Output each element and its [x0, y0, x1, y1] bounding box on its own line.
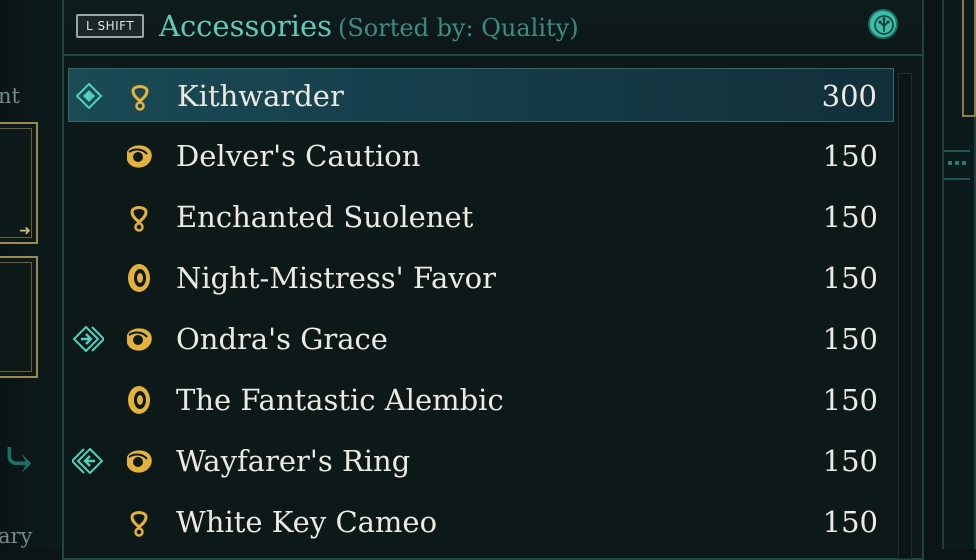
sort-label[interactable]: (Sorted by: Quality)	[338, 14, 579, 42]
list-item[interactable]: White Key Cameo 150	[68, 495, 894, 549]
item-name: The Fantastic Alembic	[176, 383, 504, 417]
ring-icon	[127, 450, 152, 473]
amulet-icon	[130, 511, 148, 537]
amulet-icon	[130, 206, 148, 232]
equipment-slot-1[interactable]: ➜	[0, 122, 38, 244]
list-item[interactable]: Night-Mistress' Favor 150	[68, 251, 894, 305]
list-scrollbar[interactable]	[898, 73, 912, 559]
equipped-diamond-icon	[75, 82, 103, 110]
item-value: 150	[822, 505, 878, 539]
category-name: Accessories	[159, 9, 332, 43]
right-gold-frame	[962, 0, 976, 117]
item-name: White Key Cameo	[176, 505, 438, 539]
right-decoration	[944, 150, 970, 180]
ring-icon	[127, 328, 152, 351]
list-item[interactable]: The Fantastic Alembic 150	[68, 373, 894, 427]
swoosh-icon: ⤷	[0, 433, 39, 487]
equipment-slot-2[interactable]	[0, 256, 38, 378]
right-side-panel	[926, 0, 976, 549]
category-title: Accessories (Sorted by: Quality)	[159, 4, 579, 50]
band-icon	[128, 264, 150, 292]
item-name: Night-Mistress' Favor	[176, 261, 496, 295]
slot-arrow-icon: ➜	[19, 223, 31, 239]
item-name: Delver's Caution	[176, 139, 421, 173]
band-icon	[128, 386, 150, 414]
inventory-panel: L SHIFT Accessories(Sorted by: Quality)	[62, 0, 924, 560]
list-item[interactable]: Ondra's Grace 150	[68, 312, 894, 366]
item-value: 150	[822, 200, 878, 234]
item-value: 300	[821, 79, 877, 113]
ring-icon	[127, 145, 152, 168]
item-name: Ondra's Grace	[176, 322, 388, 356]
item-value: 150	[822, 383, 878, 417]
left-panel-label-top: nt	[0, 84, 20, 108]
list-item[interactable]: Wayfarer's Ring 150	[68, 434, 894, 488]
item-name: Wayfarer's Ring	[176, 444, 411, 478]
tree-emblem-icon[interactable]	[868, 9, 898, 39]
list-item[interactable]: Enchanted Suolenet 150	[68, 190, 894, 244]
list-item[interactable]: Delver's Caution 150	[68, 129, 894, 183]
slot-frame	[0, 262, 32, 372]
list-item[interactable]: Kithwarder 300	[68, 68, 894, 122]
equip-right-icon	[72, 325, 104, 353]
equip-left-icon	[72, 447, 104, 475]
item-value: 150	[822, 322, 878, 356]
left-panel-label-bottom: ary	[0, 524, 33, 548]
left-side-panel: nt ➜ ⤷ ary	[0, 0, 64, 549]
item-value: 150	[822, 139, 878, 173]
lshift-key-hint[interactable]: L SHIFT	[76, 14, 145, 38]
item-value: 150	[822, 261, 878, 295]
item-name: Kithwarder	[177, 79, 344, 113]
inventory-header: L SHIFT Accessories (Sorted by: Quality)	[64, 0, 922, 56]
item-value: 150	[822, 444, 878, 478]
item-name: Enchanted Suolenet	[176, 200, 474, 234]
amulet-icon	[131, 85, 149, 111]
